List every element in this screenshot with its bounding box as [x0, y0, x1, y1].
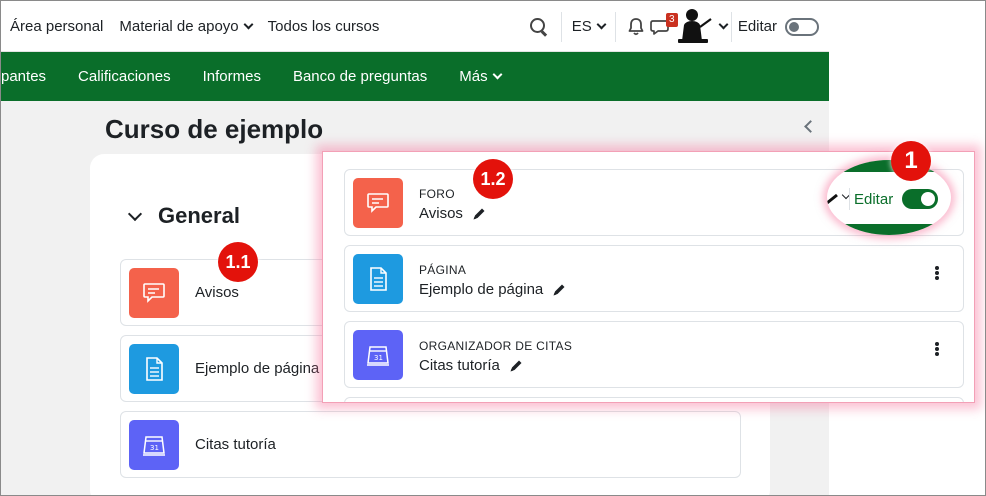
- edit-mode-toggle[interactable]: [902, 189, 939, 209]
- nav-link-label: Área personal: [10, 17, 104, 35]
- activity-name: Citas tutoría: [419, 357, 524, 374]
- page-icon: [353, 254, 403, 304]
- nav-link-personal-area[interactable]: Área personal: [10, 18, 103, 35]
- activity-row-scheduler[interactable]: 31 ORGANIZADOR DE CITAS Citas tutoría: [344, 321, 964, 388]
- chevron-down-icon[interactable]: [127, 206, 143, 221]
- user-avatar-icon: [827, 193, 838, 205]
- section-title: General: [158, 203, 240, 228]
- top-navbar: Área personal Material de apoyo Todos lo…: [1, 1, 829, 52]
- activity-name: Avisos: [419, 205, 487, 222]
- activity-name-text[interactable]: Citas tutoría: [419, 357, 500, 374]
- activity-name[interactable]: Ejemplo de página: [195, 360, 319, 377]
- tab-label: Banco de preguntas: [292, 68, 428, 85]
- messages-button[interactable]: 3: [649, 12, 678, 37]
- edit-mode-toggle[interactable]: [785, 17, 819, 36]
- nav-link-support-material[interactable]: Material de apoyo: [119, 17, 254, 35]
- navbar-tools: ES 3 Editar: [517, 1, 829, 52]
- kebab-menu-icon[interactable]: [935, 266, 939, 280]
- user-avatar-icon[interactable]: [677, 7, 714, 47]
- kebab-menu-icon[interactable]: [935, 342, 939, 356]
- page-icon: [129, 343, 179, 394]
- callout-badge: 1.1: [218, 242, 258, 282]
- tab-participants[interactable]: pantes: [1, 68, 46, 85]
- course-secondary-nav: pantes Calificaciones Informes Banco de …: [1, 52, 829, 101]
- edit-mode-control: Editar: [827, 186, 951, 212]
- divider: [560, 11, 562, 42]
- activity-type-label: FORO: [419, 187, 455, 201]
- activity-name[interactable]: Avisos: [195, 284, 239, 301]
- nav-link-label: Todos los cursos: [267, 17, 380, 35]
- pencil-icon[interactable]: [471, 206, 487, 222]
- tab-reports[interactable]: Informes: [203, 68, 261, 85]
- screenshot-frame: Área personal Material de apoyo Todos lo…: [0, 0, 986, 496]
- forum-icon: [353, 178, 403, 228]
- tab-label: Informes: [202, 68, 261, 85]
- svg-text:31: 31: [374, 354, 383, 362]
- edit-mode-label: Editar: [737, 18, 777, 35]
- activity-name-text[interactable]: Avisos: [419, 205, 463, 222]
- section-header[interactable]: General: [127, 203, 240, 229]
- chevron-down-icon: [492, 69, 503, 80]
- navbar-strip: [827, 160, 951, 172]
- chevron-down-icon: [243, 19, 254, 29]
- calendar-icon: 31: [353, 330, 403, 380]
- calendar-icon: 31: [129, 419, 179, 470]
- forum-icon: [129, 267, 179, 318]
- language-selector[interactable]: ES: [571, 18, 607, 35]
- nav-link-label: Material de apoyo: [119, 17, 239, 35]
- divider: [849, 188, 850, 210]
- divider: [730, 11, 732, 42]
- tab-label: pantes: [1, 68, 47, 85]
- search-icon[interactable]: [529, 17, 549, 37]
- edit-mode-label: Editar: [854, 190, 894, 208]
- activity-name-text[interactable]: Ejemplo de página: [419, 281, 543, 298]
- edit-toggle-lens: Editar: [827, 160, 951, 235]
- tab-more[interactable]: Más: [459, 68, 503, 85]
- tab-grades[interactable]: Calificaciones: [78, 68, 171, 85]
- activity-name[interactable]: Citas tutoría: [195, 436, 276, 453]
- pencil-icon[interactable]: [508, 358, 524, 374]
- activity-row-partial: [344, 397, 964, 402]
- activity-name: Ejemplo de página: [419, 281, 567, 298]
- activity-row-scheduler[interactable]: 31 Citas tutoría: [120, 411, 741, 478]
- svg-text:31: 31: [150, 444, 159, 452]
- secnav-strip: [827, 224, 951, 235]
- bell-icon[interactable]: [626, 17, 646, 37]
- tab-label: Más: [459, 68, 488, 85]
- tab-label: Calificaciones: [78, 68, 171, 85]
- activity-row-page[interactable]: PÁGINA Ejemplo de página: [344, 245, 964, 312]
- language-label: ES: [571, 18, 592, 35]
- nav-link-all-courses[interactable]: Todos los cursos: [268, 18, 380, 35]
- chevron-down-icon[interactable]: [718, 19, 729, 30]
- chevron-down-icon: [596, 19, 607, 30]
- callout-badge: 1.2: [473, 159, 513, 199]
- divider: [614, 11, 616, 42]
- page-title: Curso de ejemplo: [105, 114, 324, 144]
- message-count-badge: 3: [665, 12, 678, 27]
- activity-type-label: ORGANIZADOR DE CITAS: [419, 339, 573, 353]
- activity-type-label: PÁGINA: [419, 263, 467, 277]
- callout-badge: 1: [891, 141, 931, 181]
- pencil-icon[interactable]: [551, 282, 567, 298]
- tab-question-bank[interactable]: Banco de preguntas: [293, 68, 427, 85]
